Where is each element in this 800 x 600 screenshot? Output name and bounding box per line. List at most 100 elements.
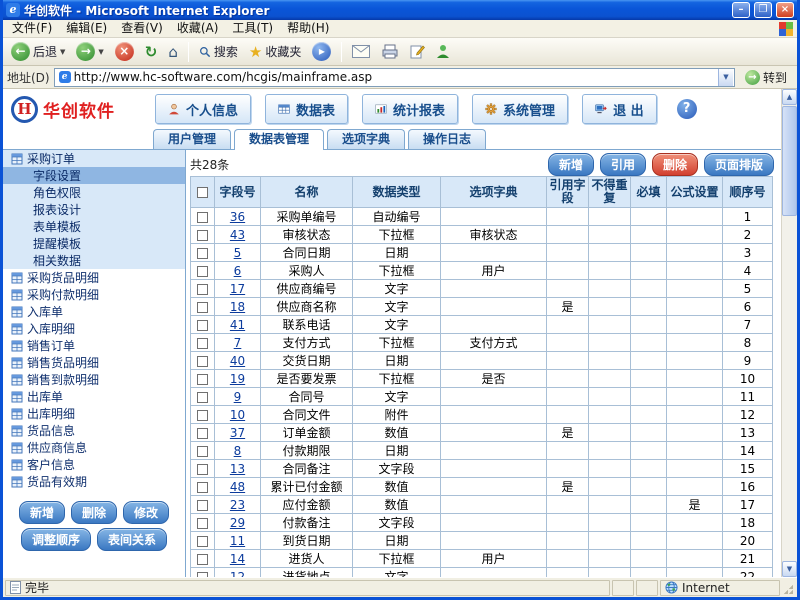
print-button[interactable] xyxy=(377,42,403,61)
row-checkbox[interactable] xyxy=(197,212,208,223)
resize-grip[interactable] xyxy=(782,580,795,596)
nav-data-tables[interactable]: 数据表 xyxy=(265,94,348,124)
row-checkbox[interactable] xyxy=(197,428,208,439)
sidebar-item[interactable]: 字段设置 xyxy=(3,167,185,184)
field-no-link[interactable]: 37 xyxy=(230,426,245,440)
nav-system-admin[interactable]: 系统管理 xyxy=(472,94,568,124)
field-no-link[interactable]: 6 xyxy=(234,264,242,278)
field-no-link[interactable]: 13 xyxy=(230,462,245,476)
field-no-link[interactable]: 17 xyxy=(230,282,245,296)
field-no-link[interactable]: 40 xyxy=(230,354,245,368)
menu-item[interactable]: 帮助(H) xyxy=(280,20,336,37)
tab-table-management[interactable]: 数据表管理 xyxy=(234,129,324,150)
menu-item[interactable]: 文件(F) xyxy=(5,20,59,37)
sidebar-item[interactable]: 货品有效期 xyxy=(3,473,185,490)
menu-item[interactable]: 编辑(E) xyxy=(59,20,114,37)
row-checkbox[interactable] xyxy=(197,338,208,349)
tab-option-dictionary[interactable]: 选项字典 xyxy=(327,129,405,149)
row-checkbox[interactable] xyxy=(197,464,208,475)
field-no-link[interactable]: 8 xyxy=(234,444,242,458)
sidebar-item[interactable]: 销售货品明细 xyxy=(3,354,185,371)
row-checkbox[interactable] xyxy=(197,302,208,313)
scroll-thumb[interactable] xyxy=(782,106,797,216)
row-checkbox[interactable] xyxy=(197,320,208,331)
tab-operation-log[interactable]: 操作日志 xyxy=(408,129,486,149)
field-no-link[interactable]: 43 xyxy=(230,228,245,242)
sidebar-item[interactable]: 供应商信息 xyxy=(3,439,185,456)
close-button[interactable]: × xyxy=(776,2,794,18)
sidebar-reorder-button[interactable]: 调整顺序 xyxy=(21,528,91,551)
row-checkbox[interactable] xyxy=(197,248,208,259)
sidebar-group-purchase-order[interactable]: 采购订单 xyxy=(3,150,185,167)
row-checkbox[interactable] xyxy=(197,356,208,367)
sidebar-add-button[interactable]: 新增 xyxy=(19,501,65,524)
sidebar-item[interactable]: 出库单 xyxy=(3,388,185,405)
scroll-down-button[interactable]: ▼ xyxy=(782,561,797,577)
sidebar-item[interactable]: 货品信息 xyxy=(3,422,185,439)
tab-user-management[interactable]: 用户管理 xyxy=(153,129,231,149)
scroll-up-button[interactable]: ▲ xyxy=(782,89,797,105)
menu-item[interactable]: 工具(T) xyxy=(225,20,280,37)
row-checkbox[interactable] xyxy=(197,446,208,457)
field-no-link[interactable]: 11 xyxy=(230,534,245,548)
reference-button[interactable]: 引用 xyxy=(600,153,646,176)
row-checkbox[interactable] xyxy=(197,536,208,547)
back-button[interactable]: ← 后退 ▼ xyxy=(7,40,69,63)
row-checkbox[interactable] xyxy=(197,374,208,385)
field-no-link[interactable]: 41 xyxy=(230,318,245,332)
field-no-link[interactable]: 48 xyxy=(230,480,245,494)
row-checkbox[interactable] xyxy=(197,554,208,565)
sidebar-item[interactable]: 角色权限 xyxy=(3,184,185,201)
nav-exit[interactable]: 退 出 xyxy=(582,94,657,124)
mail-button[interactable] xyxy=(348,43,374,60)
edit-button[interactable] xyxy=(406,42,429,61)
row-checkbox[interactable] xyxy=(197,518,208,529)
menu-item[interactable]: 查看(V) xyxy=(114,20,170,37)
favorites-button[interactable]: ★ 收藏夹 xyxy=(245,41,305,63)
nav-personal-info[interactable]: 个人信息 xyxy=(155,94,251,124)
messenger-button[interactable] xyxy=(432,42,454,61)
page-layout-button[interactable]: 页面排版 xyxy=(704,153,774,176)
forward-button[interactable]: → ▼ xyxy=(72,40,107,63)
add-field-button[interactable]: 新增 xyxy=(548,153,594,176)
sidebar-edit-button[interactable]: 修改 xyxy=(123,501,169,524)
row-checkbox[interactable] xyxy=(197,230,208,241)
row-checkbox[interactable] xyxy=(197,500,208,511)
sidebar-item[interactable]: 入库明细 xyxy=(3,320,185,337)
field-no-link[interactable]: 9 xyxy=(234,390,242,404)
field-no-link[interactable]: 19 xyxy=(230,372,245,386)
search-button[interactable]: 搜索 xyxy=(195,41,242,62)
row-checkbox[interactable] xyxy=(197,284,208,295)
sidebar-item[interactable]: 出库明细 xyxy=(3,405,185,422)
row-checkbox[interactable] xyxy=(197,392,208,403)
field-no-link[interactable]: 5 xyxy=(234,246,242,260)
field-no-link[interactable]: 10 xyxy=(230,408,245,422)
field-no-link[interactable]: 29 xyxy=(230,516,245,530)
row-checkbox[interactable] xyxy=(197,410,208,421)
sidebar-item[interactable]: 销售到款明细 xyxy=(3,371,185,388)
stop-button[interactable]: × xyxy=(111,40,138,63)
nav-reports[interactable]: 统计报表 xyxy=(362,94,458,124)
address-dropdown-button[interactable]: ▼ xyxy=(718,69,733,86)
help-button[interactable]: ? xyxy=(677,99,697,119)
media-button[interactable]: ▸ xyxy=(308,40,335,63)
row-checkbox[interactable] xyxy=(197,482,208,493)
sidebar-item[interactable]: 采购付款明细 xyxy=(3,286,185,303)
maximize-button[interactable]: ❐ xyxy=(754,2,772,18)
sidebar-item[interactable]: 表单模板 xyxy=(3,218,185,235)
sidebar-delete-button[interactable]: 删除 xyxy=(71,501,117,524)
sidebar-item[interactable]: 报表设计 xyxy=(3,201,185,218)
delete-field-button[interactable]: 删除 xyxy=(652,153,698,176)
sidebar-item[interactable]: 销售订单 xyxy=(3,337,185,354)
select-all-checkbox[interactable] xyxy=(197,187,208,198)
field-no-link[interactable]: 23 xyxy=(230,498,245,512)
field-no-link[interactable]: 18 xyxy=(230,300,245,314)
field-no-link[interactable]: 12 xyxy=(230,570,245,578)
field-no-link[interactable]: 7 xyxy=(234,336,242,350)
field-no-link[interactable]: 14 xyxy=(230,552,245,566)
scroll-track[interactable] xyxy=(782,217,797,561)
sidebar-relations-button[interactable]: 表间关系 xyxy=(97,528,167,551)
vertical-scrollbar[interactable]: ▲ ▼ xyxy=(781,89,797,577)
sidebar-item[interactable]: 入库单 xyxy=(3,303,185,320)
sidebar-item[interactable]: 采购货品明细 xyxy=(3,269,185,286)
